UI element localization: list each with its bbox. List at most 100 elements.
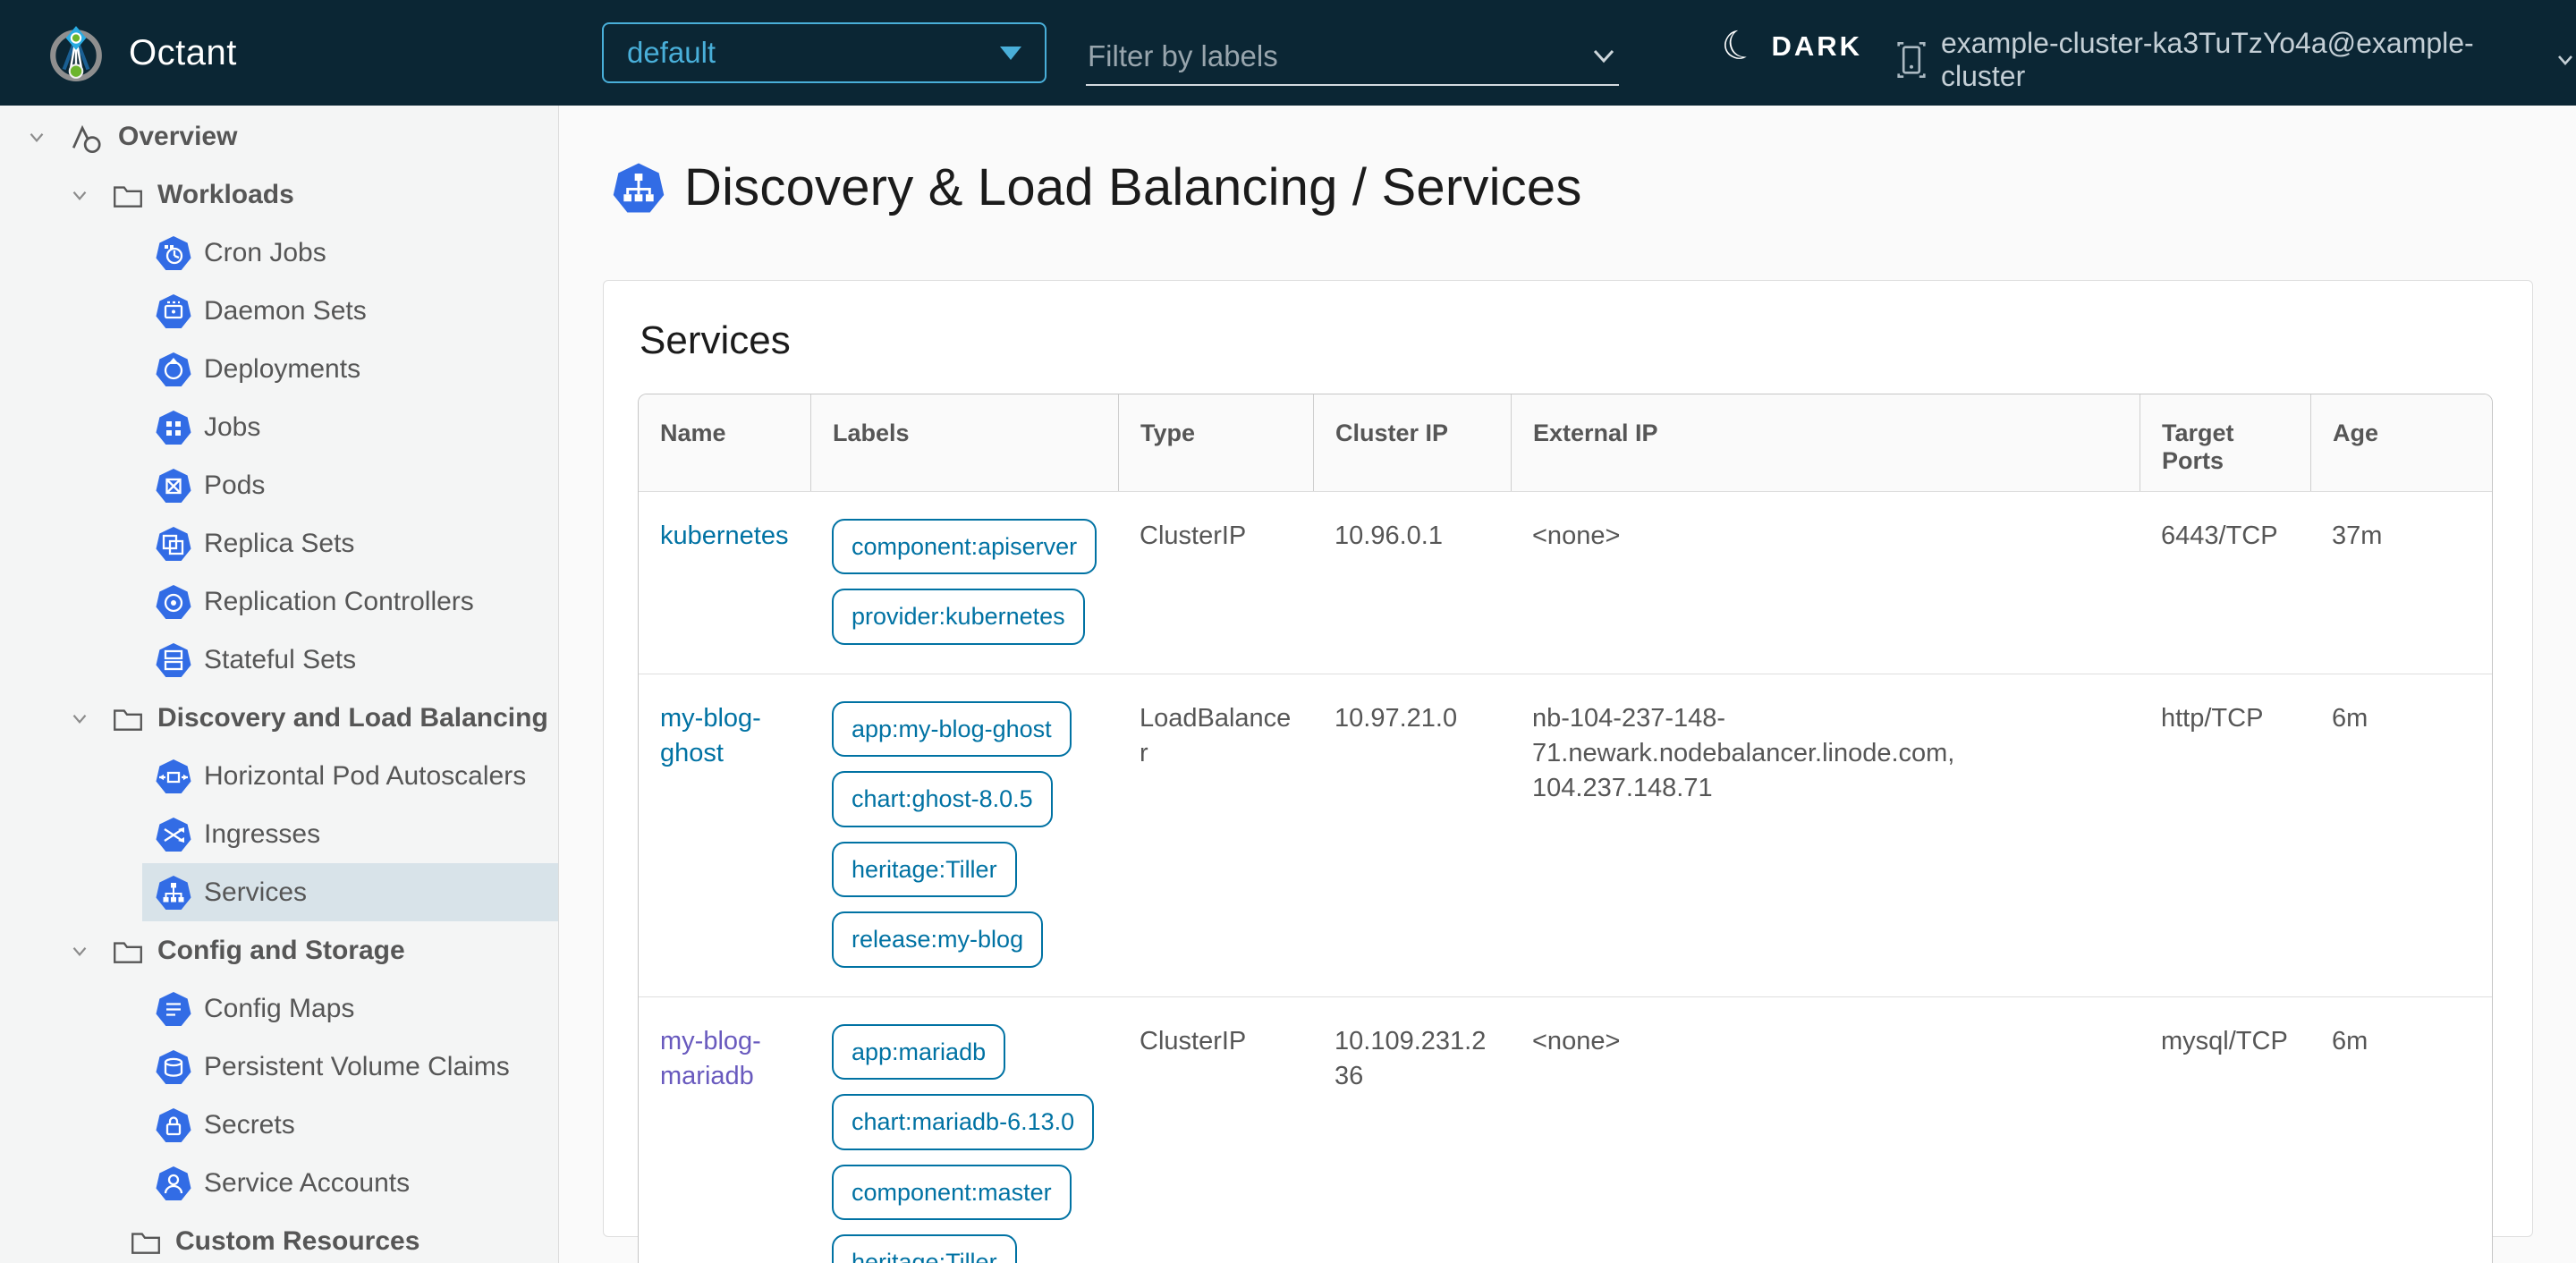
label-pill[interactable]: heritage:Tiller xyxy=(832,841,1017,898)
cell-name: my-blog-mariadb xyxy=(639,997,810,1263)
label-pill[interactable]: component:apiserver xyxy=(832,519,1097,575)
service-link[interactable]: my-blog-ghost xyxy=(660,704,761,767)
cluster-context-menu[interactable]: example-cluster-ka3TuTzYo4a@example-clus… xyxy=(1894,27,2576,93)
label-pill[interactable]: chart:mariadb-6.13.0 xyxy=(832,1094,1095,1150)
label-pill[interactable]: chart:ghost-8.0.5 xyxy=(832,771,1053,827)
services-icon xyxy=(613,162,665,214)
sidebar-item-service-accounts[interactable]: Service Accounts xyxy=(0,1154,558,1212)
chevron-down-icon[interactable] xyxy=(66,183,93,207)
sidebar-item-label: Config Maps xyxy=(204,993,355,1023)
namespace-dropdown[interactable]: default xyxy=(602,22,1046,83)
sidebar-item-label: Cron Jobs xyxy=(204,237,326,267)
objects-icon xyxy=(68,119,106,155)
label-pill[interactable]: heritage:Tiller xyxy=(832,1233,1017,1263)
cell-name: my-blog-ghost xyxy=(639,674,810,996)
label-pill[interactable]: release:my-blog xyxy=(832,911,1044,968)
table-row: kubernetes component:apiserver provider:ku… xyxy=(639,491,2492,674)
label-pill[interactable]: app:my-blog-ghost xyxy=(832,700,1072,758)
sidebar-item-discovery-and-load-balancing[interactable]: Discovery and Load Balancing xyxy=(0,689,558,747)
sidebar-item-label: Stateful Sets xyxy=(204,644,357,674)
sidebar-item-label: Pods xyxy=(204,470,266,500)
sidebar-item-label: Custom Resources xyxy=(175,1225,420,1256)
sidebar-item-replica-sets[interactable]: Replica Sets xyxy=(0,514,558,572)
cell-target-ports: mysql/TCP xyxy=(2161,1026,2288,1055)
jobs-icon xyxy=(156,410,191,445)
sidebar-item-stateful-sets[interactable]: Stateful Sets xyxy=(0,631,558,689)
label-pill[interactable]: component:master xyxy=(832,1164,1072,1220)
sidebar-item-services[interactable]: Services xyxy=(0,863,558,921)
moon-icon: ☾ xyxy=(1716,20,1763,72)
chevron-down-icon[interactable] xyxy=(66,939,93,962)
label-filter xyxy=(1086,29,1619,86)
sidebar-item-daemon-sets[interactable]: Daemon Sets xyxy=(0,282,558,340)
service-link[interactable]: kubernetes xyxy=(660,521,789,550)
column-header-target-ports: Target Ports xyxy=(2140,394,2310,491)
chevron-down-icon[interactable] xyxy=(23,125,50,148)
page-title: Discovery & Load Balancing / Services xyxy=(613,157,1582,217)
column-header-external-ip: External IP xyxy=(1511,394,2140,491)
cell-labels: component:apiserver provider:kubernetes xyxy=(810,492,1118,674)
sidebar-item-workloads[interactable]: Workloads xyxy=(0,165,558,224)
table-row: my-blog-mariadb app:mariadb chart:mariadb-… xyxy=(639,996,2492,1263)
label-pill[interactable]: app:mariadb xyxy=(832,1023,1006,1081)
sidebar-item-cron-jobs[interactable]: Cron Jobs xyxy=(0,224,558,282)
cell-cluster-ip: 10.109.231.236 xyxy=(1335,1026,1487,1090)
config-maps-icon xyxy=(156,991,191,1027)
cell-external-ip: <none> xyxy=(1532,1026,1621,1055)
sidebar-item-label: Replica Sets xyxy=(204,528,355,558)
label-filter-input[interactable] xyxy=(1086,38,1555,74)
namespace-dropdown-value: default xyxy=(627,36,716,69)
table-header-row: Name Labels Type Cluster IP External IP Targe… xyxy=(639,394,2492,491)
sidebar-item-horizontal-pod-autoscalers[interactable]: Horizontal Pod Autoscalers xyxy=(0,747,558,805)
sidebar-item-overview[interactable]: Overview xyxy=(0,107,558,165)
stateful-sets-icon xyxy=(156,642,191,678)
sidebar-item-pods[interactable]: Pods xyxy=(0,456,558,514)
brand: Octant xyxy=(47,23,237,82)
sidebar-item-jobs[interactable]: Jobs xyxy=(0,398,558,456)
deployments-icon xyxy=(156,352,191,387)
top-navbar: Octant default ☾ DARK example- xyxy=(0,0,2576,106)
column-header-labels: Labels xyxy=(810,394,1118,491)
sidebar-item-label: Horizontal Pod Autoscalers xyxy=(204,760,527,791)
replica-sets-icon xyxy=(156,526,191,562)
replication-controllers-icon xyxy=(156,584,191,620)
table-row: my-blog-ghost app:my-blog-ghost chart:ghos… xyxy=(639,673,2492,996)
sidebar-navigation: Overview Workloads Cron Jobs Daemon Sets Dep… xyxy=(0,106,559,1263)
cell-cluster-ip: 10.96.0.1 xyxy=(1335,521,1443,550)
sidebar-item-ingresses[interactable]: Ingresses xyxy=(0,805,558,863)
folder-icon xyxy=(111,180,145,210)
dark-theme-toggle[interactable]: ☾ DARK xyxy=(1716,20,1862,72)
cell-target-ports: 6443/TCP xyxy=(2161,521,2278,550)
chevron-down-icon[interactable] xyxy=(66,707,93,730)
main-content: Discovery & Load Balancing / Services Se… xyxy=(559,106,2576,1263)
sidebar-item-config-and-storage[interactable]: Config and Storage xyxy=(0,921,558,979)
sidebar-item-deployments[interactable]: Deployments xyxy=(0,340,558,398)
services-card: Services Name Labels Type Cluster IP Externa… xyxy=(603,280,2533,1263)
cell-labels: app:mariadb chart:mariadb-6.13.0 component… xyxy=(810,997,1118,1263)
daemon-sets-icon xyxy=(156,293,191,329)
sidebar-item-custom-resources[interactable]: Custom Resources xyxy=(0,1212,558,1263)
cell-type: LoadBalancer xyxy=(1140,703,1292,768)
cell-age: 6m xyxy=(2332,1026,2368,1055)
label-pill[interactable]: provider:kubernetes xyxy=(832,589,1085,645)
service-link[interactable]: my-blog-mariadb xyxy=(660,1027,761,1090)
folder-icon xyxy=(129,1226,163,1257)
cell-age: 37m xyxy=(2332,521,2383,550)
sidebar-item-secrets[interactable]: Secrets xyxy=(0,1096,558,1154)
sidebar-item-persistent-volume-claims[interactable]: Persistent Volume Claims xyxy=(0,1038,558,1096)
sidebar-item-config-maps[interactable]: Config Maps xyxy=(0,979,558,1038)
sidebar-item-label: Overview xyxy=(118,121,238,151)
service-accounts-icon xyxy=(156,1166,191,1201)
chevron-down-icon[interactable] xyxy=(1589,46,1619,67)
sidebar-item-label: Daemon Sets xyxy=(204,295,367,326)
column-header-type: Type xyxy=(1118,394,1313,491)
secrets-icon xyxy=(156,1107,191,1143)
folder-icon xyxy=(111,703,145,733)
sidebar-item-replication-controllers[interactable]: Replication Controllers xyxy=(0,572,558,631)
card-title: Services xyxy=(640,318,791,362)
column-header-age: Age xyxy=(2310,394,2490,491)
pods-icon xyxy=(156,468,191,504)
services-icon xyxy=(156,875,191,911)
sidebar-item-label: Config and Storage xyxy=(157,935,405,965)
cell-target-ports: http/TCP xyxy=(2161,703,2264,733)
